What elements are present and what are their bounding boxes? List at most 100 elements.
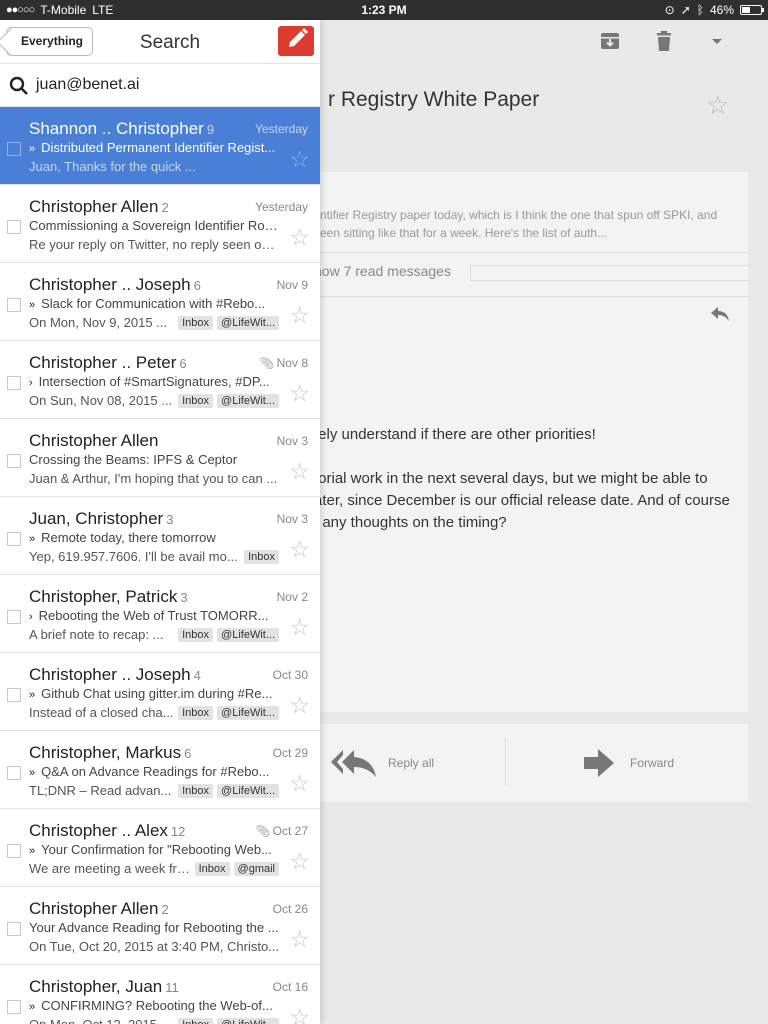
thread-sender: Christopher .. Joseph: [29, 275, 191, 294]
importance-marker-icon: »: [29, 1001, 36, 1013]
thread-row[interactable]: Christopher .. Alex 12 📎︎ Oct 27 » Your Con…: [0, 809, 320, 887]
star-icon[interactable]: ☆: [289, 460, 310, 483]
thread-row[interactable]: Christopher Allen 2 Oct 26 Your Advance R…: [0, 887, 320, 965]
thread-snippet: Yep, 619.957.7606. I'll be avail mo...: [29, 549, 238, 564]
thread-snippet: On Mon, Nov 9, 2015 ...: [29, 315, 168, 330]
importance-marker-icon: »: [29, 299, 36, 311]
star-icon[interactable]: ☆: [289, 850, 310, 873]
thread-sender: Christopher, Juan: [29, 977, 163, 996]
star-icon[interactable]: ☆: [289, 1006, 310, 1024]
thread-row[interactable]: Christopher .. Joseph 6 Nov 9 » Slack for …: [0, 263, 320, 341]
thread-snippet-wrap: On Mon, Oct 12, 2015 ... Inbox@LifeWit...: [29, 1017, 279, 1024]
select-checkbox[interactable]: [7, 376, 21, 390]
thread-subject: Remote today, there tomorrow: [41, 530, 216, 545]
reply-all-label: Reply all: [388, 756, 435, 770]
thread-date: Nov 2: [276, 590, 308, 604]
thread-date-wrap: Nov 2: [277, 590, 308, 604]
trash-icon[interactable]: [653, 30, 675, 52]
thread-count: 2: [161, 902, 169, 917]
star-icon[interactable]: ☆: [289, 694, 310, 717]
thread-row[interactable]: Christopher Allen 2 Yesterday Commissioni…: [0, 185, 320, 263]
importance-marker-icon: »: [29, 689, 36, 701]
star-icon[interactable]: ☆: [289, 304, 310, 327]
search-bar[interactable]: juan@benet.ai: [0, 65, 320, 107]
thread-subject-wrap: » CONFIRMING? Rebooting the Web-of...: [29, 998, 279, 1013]
star-icon[interactable]: ☆: [289, 772, 310, 795]
dropdown-icon[interactable]: [706, 30, 728, 52]
thread-sender-wrap: Christopher .. Peter 6: [29, 353, 187, 373]
thread-subject-wrap: » Q&A on Advance Readings for #Rebo...: [29, 764, 279, 779]
select-checkbox[interactable]: [7, 454, 21, 468]
collapsed-message[interactable]: ntifier Registry paper today, which is I…: [320, 206, 730, 242]
select-checkbox[interactable]: [7, 532, 21, 546]
select-checkbox[interactable]: [7, 610, 21, 624]
label-chip: Inbox: [178, 393, 214, 408]
thread-snippet-wrap: Yep, 619.957.7606. I'll be avail mo... In…: [29, 549, 279, 564]
thread-row[interactable]: Christopher .. Joseph 4 Oct 30 » Github Ch…: [0, 653, 320, 731]
star-icon[interactable]: ☆: [289, 382, 310, 405]
thread-date-wrap: 📎︎ Nov 8: [259, 356, 308, 370]
paperclip-icon: 📎︎: [255, 824, 271, 838]
star-icon[interactable]: ☆: [706, 90, 729, 121]
thread-row[interactable]: Christopher, Juan 11 Oct 16 » CONFIRMING? …: [0, 965, 320, 1024]
label-chip: @LifeWit...: [217, 1017, 279, 1024]
thread-snippet-wrap: Juan & Arthur, I'm hoping that you to ca…: [29, 471, 279, 486]
star-icon[interactable]: ☆: [289, 538, 310, 561]
thread-snippet: On Mon, Oct 12, 2015 ...: [29, 1017, 174, 1024]
thread-sender: Christopher .. Alex: [29, 821, 168, 840]
select-checkbox[interactable]: [7, 1000, 21, 1014]
compose-button[interactable]: [278, 26, 314, 56]
thread-sender-wrap: Christopher .. Alex 12: [29, 821, 185, 841]
thread-sender-wrap: Juan, Christopher 3: [29, 509, 173, 529]
show-read-messages[interactable]: how 7 read messages: [314, 263, 451, 279]
reply-icon[interactable]: [708, 302, 732, 326]
thread-snippet-wrap: We are meeting a week fro... Inbox @gmail: [29, 861, 279, 876]
thread-sender: Christopher .. Joseph: [29, 665, 191, 684]
thread-date: Yesterday: [255, 122, 308, 136]
label-chip: @LifeWit...: [217, 705, 279, 720]
thread-list-pane: Everything Search juan@benet.ai Shannon …: [0, 20, 320, 1024]
thread-subject-wrap: › Intersection of #SmartSignatures, #DP..…: [29, 374, 279, 389]
select-checkbox[interactable]: [7, 298, 21, 312]
thread-count: 2: [161, 200, 169, 215]
star-icon[interactable]: ☆: [289, 148, 310, 171]
thread-subject: Commissioning a Sovereign Identifier Roo…: [29, 218, 279, 233]
forward-arrow-icon: [584, 749, 614, 777]
label-chip: @LifeWit...: [217, 783, 279, 798]
thread-count: 6: [193, 278, 201, 293]
label-chip: Inbox: [178, 1017, 214, 1024]
archive-icon[interactable]: [599, 30, 621, 52]
thread-row[interactable]: Christopher .. Peter 6 📎︎ Nov 8 › Intersect…: [0, 341, 320, 419]
select-checkbox[interactable]: [7, 844, 21, 858]
thread-row[interactable]: Christopher Allen Nov 3 Crossing the Bea…: [0, 419, 320, 497]
thread-sender: Christopher Allen: [29, 431, 159, 450]
star-icon[interactable]: ☆: [289, 226, 310, 249]
thread-snippet-wrap: A brief note to recap: ... Inbox @LifeWit.…: [29, 627, 279, 642]
thread-subject-wrap: › Rebooting the Web of Trust TOMORR...: [29, 608, 279, 623]
forward-button[interactable]: Forward: [582, 746, 674, 780]
reply-all-icon: [331, 750, 376, 777]
select-checkbox[interactable]: [7, 688, 21, 702]
thread-sender-wrap: Christopher, Juan 11: [29, 977, 179, 997]
collapsed-snippet-line: een sitting like that for a week. Here's…: [320, 226, 608, 240]
label-chip: Inbox: [178, 627, 214, 642]
importance-marker-icon: »: [29, 143, 36, 155]
thread-row[interactable]: Christopher, Markus 6 Oct 29 » Q&A on Adva…: [0, 731, 320, 809]
select-checkbox[interactable]: [7, 142, 21, 156]
thread-date-wrap: Oct 26: [273, 902, 308, 916]
thread-date: Oct 26: [272, 902, 308, 916]
select-checkbox[interactable]: [7, 220, 21, 234]
divider: [320, 296, 748, 297]
star-icon[interactable]: ☆: [289, 616, 310, 639]
thread-date-wrap: Oct 16: [273, 980, 308, 994]
thread-sender-wrap: Christopher, Patrick 3: [29, 587, 188, 607]
reply-all-button[interactable]: Reply all: [330, 746, 434, 780]
thread-sender-wrap: Christopher .. Joseph 6: [29, 275, 201, 295]
thread-row[interactable]: Christopher, Patrick 3 Nov 2 › Rebooting t…: [0, 575, 320, 653]
star-icon[interactable]: ☆: [289, 928, 310, 951]
search-input[interactable]: juan@benet.ai: [36, 76, 139, 94]
select-checkbox[interactable]: [7, 766, 21, 780]
thread-row[interactable]: Shannon .. Christopher 9 Yesterday » Distr…: [0, 107, 320, 185]
select-checkbox[interactable]: [7, 922, 21, 936]
thread-row[interactable]: Juan, Christopher 3 Nov 3 » Remote today, …: [0, 497, 320, 575]
